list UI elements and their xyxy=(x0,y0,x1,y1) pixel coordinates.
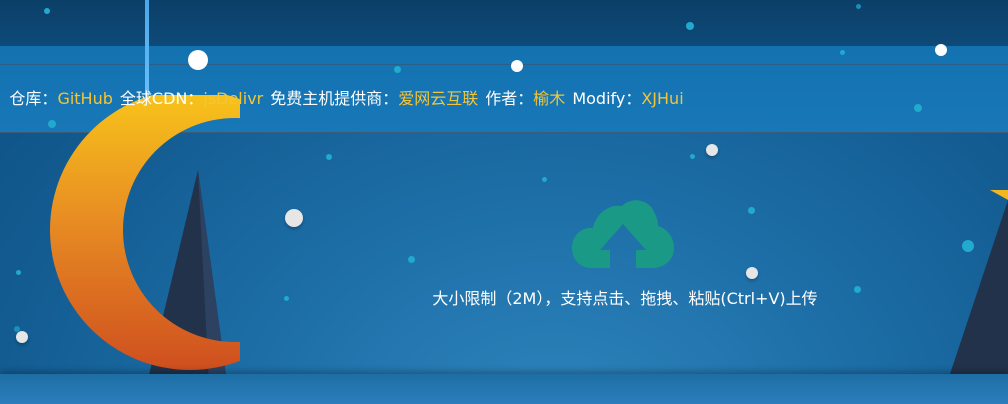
jsdelivr-link[interactable]: jsDelivr xyxy=(203,89,263,108)
decoration-icon xyxy=(990,190,1008,200)
cloud-upload-icon[interactable] xyxy=(572,198,674,270)
cdn-label: 全球CDN： xyxy=(119,89,204,108)
star-icon xyxy=(394,66,401,73)
author-label: 作者： xyxy=(485,89,534,108)
snowflake-icon xyxy=(285,209,303,227)
star-icon xyxy=(16,270,21,275)
star-icon xyxy=(686,22,694,30)
star-icon xyxy=(284,296,289,301)
host-label: 免费主机提供商： xyxy=(270,89,399,108)
star-icon xyxy=(914,104,922,112)
star-icon xyxy=(44,8,50,14)
star-icon xyxy=(542,177,547,182)
divider xyxy=(0,64,1008,65)
credits-bar: ! 仓库：GitHub 全球CDN：jsDelivr 免费主机提供商：爱网云互联作者：… xyxy=(0,87,684,111)
github-link[interactable]: GitHub xyxy=(57,89,112,108)
footer-bar xyxy=(0,374,1008,404)
modify-label: Modify： xyxy=(572,89,642,108)
snowflake-icon xyxy=(188,50,208,70)
snowflake-icon xyxy=(16,331,28,343)
host-link[interactable]: 爱网云互联 xyxy=(398,89,478,108)
snowflake-icon xyxy=(511,60,523,72)
author-link[interactable]: 榆木 xyxy=(533,89,565,108)
star-icon xyxy=(48,120,56,128)
star-icon xyxy=(962,240,974,252)
snowflake-icon xyxy=(706,144,718,156)
moon-icon xyxy=(50,95,240,370)
star-icon xyxy=(14,326,20,332)
upload-hint: 大小限制（2M），支持点击、拖拽、粘贴(Ctrl+V)上传 xyxy=(432,289,818,308)
upload-dropzone[interactable]: 大小限制（2M），支持点击、拖拽、粘贴(Ctrl+V)上传 xyxy=(360,185,890,325)
star-icon xyxy=(840,50,845,55)
notice-fragment: ! xyxy=(0,89,2,108)
star-icon xyxy=(326,154,332,160)
repo-label: 仓库： xyxy=(9,89,58,108)
star-icon xyxy=(690,154,695,159)
snowflake-icon xyxy=(935,44,947,56)
star-icon xyxy=(856,4,861,9)
modifier-link[interactable]: XJHui xyxy=(641,89,683,108)
